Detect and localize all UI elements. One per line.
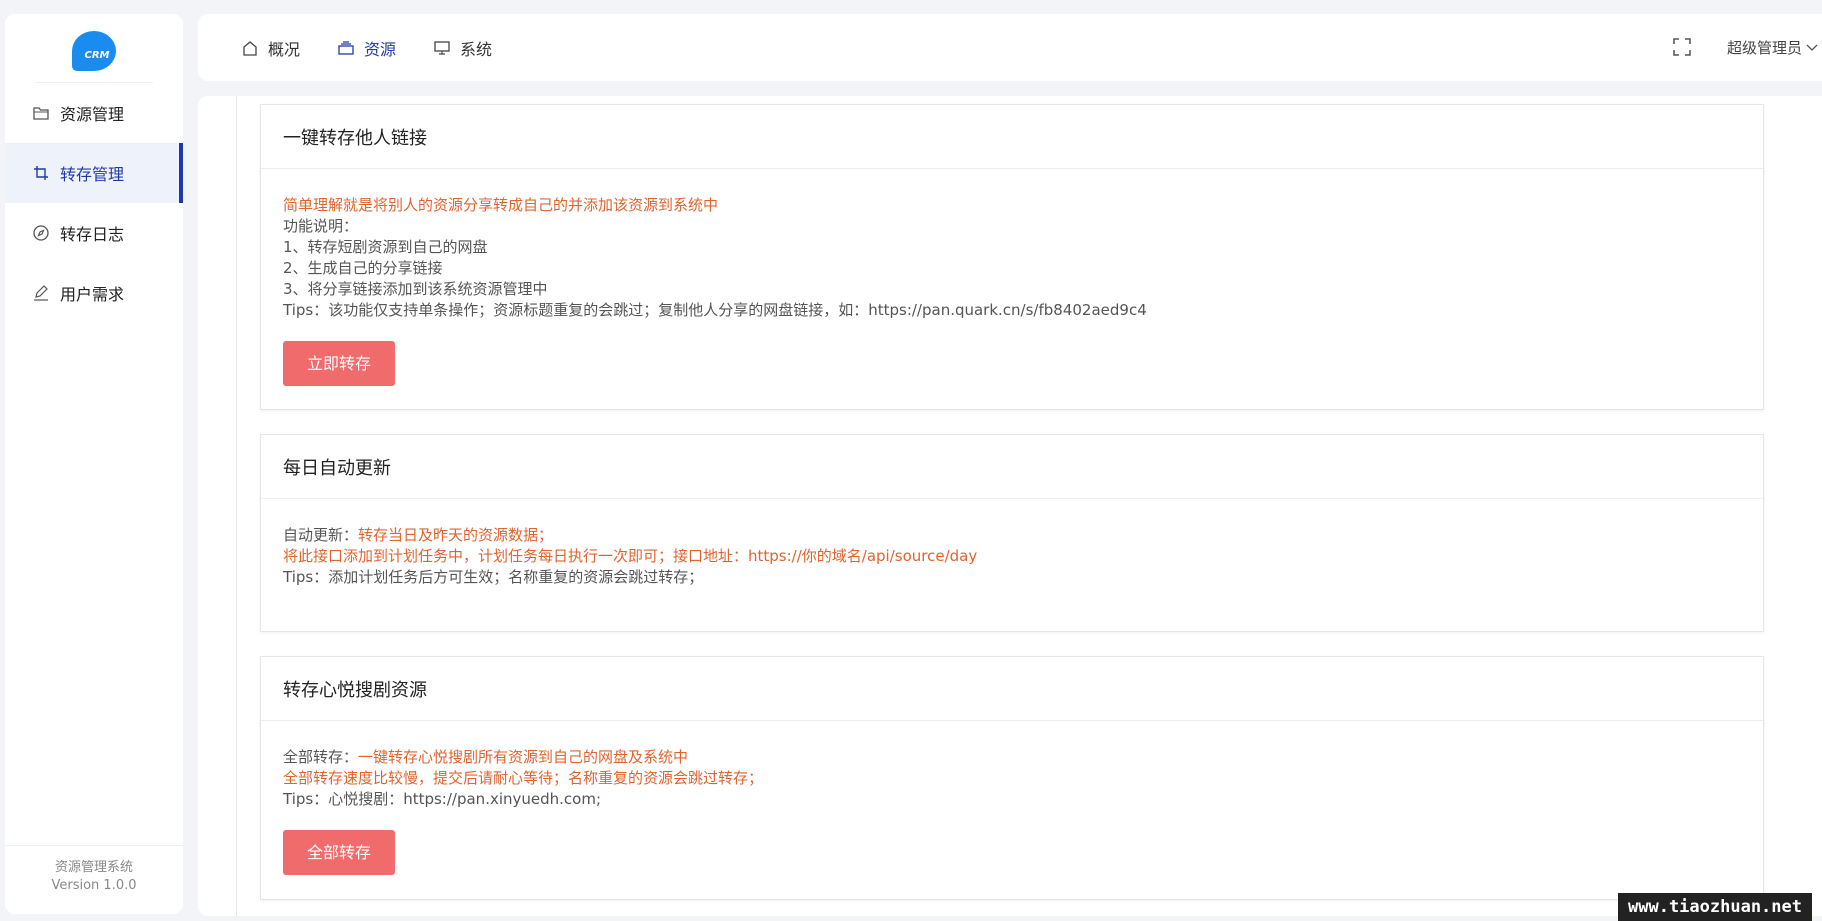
nav-system[interactable]: 系统 xyxy=(434,36,492,60)
sidebar-menu: 资源管理 转存管理 转存日志 用户需求 xyxy=(5,83,183,323)
watermark: www.tiaozhuan.net xyxy=(1618,893,1812,921)
sidebar-footer: 资源管理系统 Version 1.0.0 xyxy=(5,845,183,914)
folder-icon xyxy=(32,104,50,122)
card-body: 自动更新：转存当日及昨天的资源数据； 将此接口添加到计划任务中，计划任务每日执行… xyxy=(261,499,1763,588)
card-title: 一键转存他人链接 xyxy=(261,105,1763,169)
logo-text: CRM xyxy=(84,50,110,61)
card-body: 简单理解就是将别人的资源分享转成自己的并添加该资源到系统中 功能说明： 1、转存… xyxy=(261,169,1763,386)
transfer-now-button[interactable]: 立即转存 xyxy=(283,341,396,386)
tips-text: Tips：添加计划任务后方可生效；名称重复的资源会跳过转存； xyxy=(283,568,704,586)
card-transfer-link: 一键转存他人链接 简单理解就是将别人的资源分享转成自己的并添加该资源到系统中 功… xyxy=(260,104,1764,410)
nav-label: 系统 xyxy=(460,39,493,59)
sidebar-item-label: 资源管理 xyxy=(60,105,125,124)
logo-area: CRM xyxy=(5,14,183,83)
sidebar-item-resource-manage[interactable]: 资源管理 xyxy=(5,83,183,143)
auto-value: 转存当日及昨天的资源数据； xyxy=(358,526,554,544)
main-content: 一键转存他人链接 简单理解就是将别人的资源分享转成自己的并添加该资源到系统中 功… xyxy=(198,96,1822,916)
all-value: 一键转存心悦搜剧所有资源到自己的网盘及系统中 xyxy=(358,748,689,766)
sidebar-item-label: 转存日志 xyxy=(60,225,125,244)
nav-resource[interactable]: 资源 xyxy=(338,36,396,60)
content-divider xyxy=(236,96,237,916)
nav-label: 概况 xyxy=(268,39,301,59)
home-icon xyxy=(242,39,260,57)
monitor-icon xyxy=(434,39,452,57)
tips-text: Tips：心悦搜剧：https://pan.xinyuedh.com; xyxy=(283,790,602,808)
card-daily-update: 每日自动更新 自动更新：转存当日及昨天的资源数据； 将此接口添加到计划任务中，计… xyxy=(260,434,1764,632)
sidebar: CRM 资源管理 转存管理 转存日志 用户需求 资源管理系统 Version 1… xyxy=(5,14,183,914)
all-transfer-line: 全部转存：一键转存心悦搜剧所有资源到自己的网盘及系统中 xyxy=(283,747,1741,768)
sidebar-item-label: 转存管理 xyxy=(60,165,125,184)
system-name: 资源管理系统 xyxy=(54,860,133,875)
func-line: 2、生成自己的分享链接 xyxy=(283,259,443,277)
func-line: 1、转存短剧资源到自己的网盘 xyxy=(283,238,488,256)
sidebar-item-label: 用户需求 xyxy=(60,285,125,304)
speed-note: 全部转存速度比较慢，提交后请耐心等待；名称重复的资源会跳过转存； xyxy=(283,769,764,787)
crm-logo[interactable]: CRM xyxy=(72,30,116,71)
transfer-all-button[interactable]: 全部转存 xyxy=(283,830,396,875)
auto-label: 自动更新： xyxy=(283,526,359,544)
user-menu[interactable]: 超级管理员 xyxy=(1727,37,1818,58)
chevron-down-icon xyxy=(1806,44,1818,51)
pen-icon xyxy=(32,284,50,302)
top-nav: 概况 资源 系统 xyxy=(242,14,530,81)
intro-text: 简单理解就是将别人的资源分享转成自己的并添加该资源到系统中 xyxy=(283,196,719,214)
nav-label: 资源 xyxy=(364,39,397,59)
fullscreen-icon[interactable] xyxy=(1673,37,1693,58)
user-name: 超级管理员 xyxy=(1726,39,1802,57)
crop-icon xyxy=(32,164,50,182)
sidebar-item-user-demand[interactable]: 用户需求 xyxy=(5,263,183,323)
top-header: 概况 资源 系统 超级管理员 xyxy=(198,14,1822,81)
func-line: 3、将分享链接添加到该系统资源管理中 xyxy=(283,280,548,298)
system-version: Version 1.0.0 xyxy=(51,878,137,893)
card-body: 全部转存：一键转存心悦搜剧所有资源到自己的网盘及系统中 全部转存速度比较慢，提交… xyxy=(261,721,1763,875)
card-xinyue-transfer: 转存心悦搜剧资源 全部转存：一键转存心悦搜剧所有资源到自己的网盘及系统中 全部转… xyxy=(260,656,1764,900)
auto-update-line: 自动更新：转存当日及昨天的资源数据； xyxy=(283,525,1741,546)
tips-text: Tips：该功能仅支持单条操作；资源标题重复的会跳过；复制他人分享的网盘链接，如… xyxy=(283,301,1147,319)
stack-icon xyxy=(338,39,356,57)
sidebar-item-transfer-log[interactable]: 转存日志 xyxy=(5,203,183,263)
all-label: 全部转存： xyxy=(283,748,359,766)
sidebar-item-transfer-manage[interactable]: 转存管理 xyxy=(5,143,183,203)
header-right: 超级管理员 xyxy=(1673,14,1818,81)
func-label: 功能说明： xyxy=(283,217,359,235)
api-line: 将此接口添加到计划任务中，计划任务每日执行一次即可；接口地址：https://你… xyxy=(283,547,978,565)
nav-overview[interactable]: 概况 xyxy=(242,36,300,60)
card-title: 转存心悦搜剧资源 xyxy=(261,657,1763,721)
card-title: 每日自动更新 xyxy=(261,435,1763,499)
compass-icon xyxy=(32,224,50,242)
